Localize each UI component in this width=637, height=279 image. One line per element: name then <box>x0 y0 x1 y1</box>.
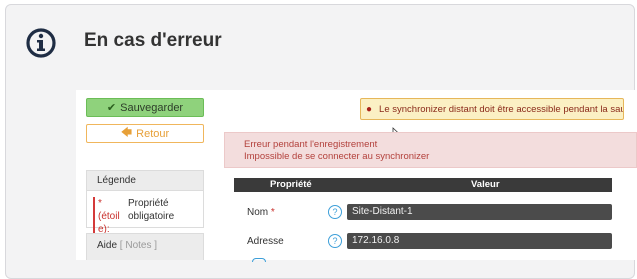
back-button[interactable]: 🡄 Retour <box>86 124 204 143</box>
legend-title: Légende <box>87 171 203 191</box>
check-icon: ✔ <box>106 102 117 114</box>
embedded-screenshot: ✔ Sauvegarder 🡄 Retour ● Le synchronizer… <box>76 90 637 260</box>
error-line-1: Erreur pendant l'enregistrement <box>244 139 378 150</box>
row-label: Adresse <box>247 236 284 247</box>
row-label-text: Nom <box>247 207 269 218</box>
legend-value: Propriété obligatoire <box>125 197 174 236</box>
legend-value-line-2: obligatoire <box>128 211 175 222</box>
save-button-label: Sauvegarder <box>120 101 184 114</box>
help-icon[interactable]: ? <box>328 205 342 219</box>
nom-input[interactable]: Site-Distant-1 <box>347 204 612 220</box>
error-line-2: Impossible de se connecter au synchroniz… <box>244 151 430 162</box>
required-marker: * <box>270 207 275 218</box>
error-alert: Erreur pendant l'enregistrement Impossib… <box>224 132 637 168</box>
properties-table-header: Propriété Valeur <box>234 178 612 192</box>
legend-value-line-1: Propriété <box>128 198 169 209</box>
aide-title: Aide <box>97 240 118 251</box>
row-label-text: Adresse <box>247 236 284 247</box>
legend-key: * (étoil e): <box>93 197 125 236</box>
info-circle-icon <box>26 28 56 58</box>
legend-key-line-1: * (étoil <box>98 198 120 222</box>
back-button-label: Retour <box>136 127 170 140</box>
table-row-nom: Nom * ? Site-Distant-1 <box>234 203 612 223</box>
warning-banner: ● Le synchronizer distant doit être acce… <box>360 98 624 120</box>
help-icon-partial <box>252 258 266 262</box>
aide-box[interactable]: Aide [ Notes ] <box>86 233 204 260</box>
legend-box: Légende * (étoil e): Propriété obligatoi… <box>86 170 204 236</box>
column-header-value: Valeur <box>471 179 500 190</box>
adresse-input[interactable]: 172.16.0.8 <box>347 233 612 249</box>
help-icon[interactable]: ? <box>328 234 342 248</box>
panel-title: En cas d'erreur <box>84 30 222 51</box>
aide-notes-link[interactable]: [ Notes ] <box>120 240 157 251</box>
table-row-adresse: Adresse ? 172.16.0.8 <box>234 232 612 252</box>
save-button[interactable]: ✔ Sauvegarder <box>86 98 204 117</box>
legend-row: * (étoil e): Propriété obligatoire <box>93 197 203 236</box>
row-label: Nom * <box>247 207 275 218</box>
comment-icon: ● <box>366 103 373 115</box>
column-header-property: Propriété <box>270 179 312 190</box>
warning-text: Le synchronizer distant doit être access… <box>379 103 624 115</box>
arrow-left-icon: 🡄 <box>120 127 133 139</box>
